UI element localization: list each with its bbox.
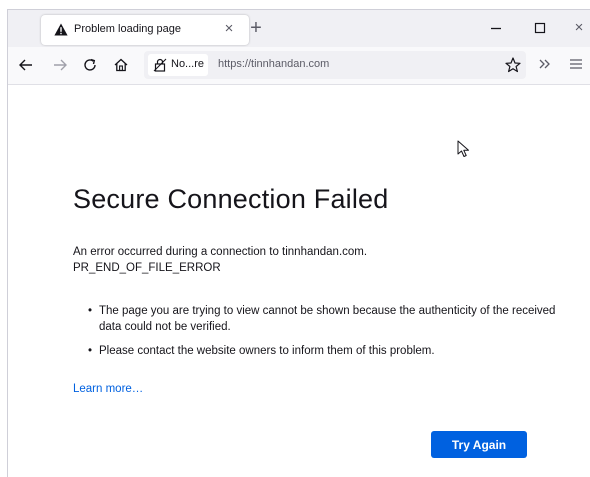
new-tab-button[interactable]: +	[247, 18, 265, 38]
identity-label: No...re	[171, 58, 205, 70]
suggestion-text: The page you are trying to view cannot b…	[99, 305, 556, 333]
menu-icon[interactable]	[567, 55, 585, 73]
try-again-button[interactable]: Try Again	[431, 431, 527, 458]
tab-title: Problem loading page	[74, 23, 182, 35]
overflow-icon[interactable]	[536, 55, 554, 73]
tab-bar: Problem loading page × + ×	[8, 10, 590, 47]
home-icon[interactable]	[112, 56, 130, 74]
close-window-button[interactable]: ×	[569, 19, 589, 37]
bullet-icon: •	[88, 345, 93, 357]
url-text[interactable]: https://tinnhandan.com	[218, 58, 329, 70]
site-identity-button[interactable]: No...re	[148, 54, 208, 76]
error-title: Secure Connection Failed	[73, 184, 389, 214]
lock-icon	[153, 58, 167, 72]
suggestion-text: Please contact the website owners to inf…	[99, 345, 435, 357]
error-page: Secure Connection Failed An error occurr…	[8, 85, 590, 477]
bullet-icon: •	[88, 305, 93, 317]
list-item: • Please contact the website owners to i…	[88, 343, 558, 359]
warning-icon	[54, 23, 68, 36]
list-item: • The page you are trying to view cannot…	[88, 303, 558, 335]
tab-problem-loading[interactable]: Problem loading page ×	[41, 15, 249, 45]
back-icon[interactable]	[17, 56, 35, 74]
maximize-icon	[534, 22, 546, 34]
error-suggestions: • The page you are trying to view cannot…	[88, 303, 558, 367]
minimize-icon	[491, 27, 501, 30]
maximize-button[interactable]	[530, 19, 550, 37]
url-bar[interactable]: No...re https://tinnhandan.com	[144, 51, 526, 79]
close-tab-icon[interactable]: ×	[220, 20, 238, 38]
browser-window: Problem loading page × + × No...re https…	[7, 9, 590, 477]
navigation-toolbar: No...re https://tinnhandan.com	[8, 47, 590, 85]
forward-icon[interactable]	[51, 56, 69, 74]
error-description: An error occurred during a connection to…	[73, 244, 367, 276]
reload-icon[interactable]	[81, 56, 99, 74]
star-icon[interactable]	[504, 56, 522, 74]
error-code: PR_END_OF_FILE_ERROR	[73, 262, 221, 274]
minimize-button[interactable]	[486, 19, 506, 37]
error-description-text: An error occurred during a connection to…	[73, 246, 368, 258]
mouse-cursor-icon	[457, 140, 469, 157]
learn-more-link[interactable]: Learn more…	[73, 383, 143, 395]
